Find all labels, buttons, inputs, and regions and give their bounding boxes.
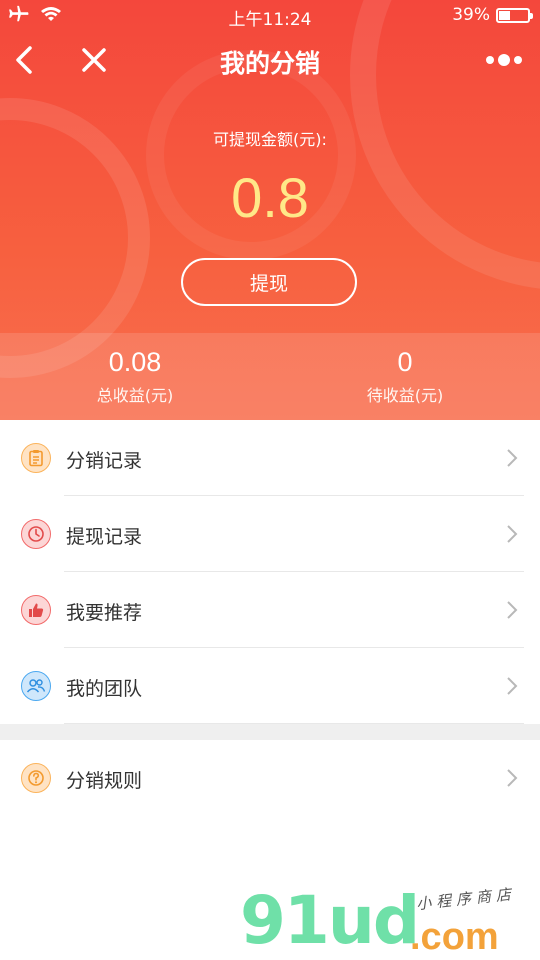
clipboard-icon	[21, 443, 51, 473]
status-bar: 上午11:24 39%	[0, 0, 540, 30]
available-amount-label: 可提现金额(元):	[213, 130, 327, 149]
chevron-right-icon	[507, 601, 518, 619]
menu-item-my-team[interactable]: 我的团队	[0, 648, 540, 724]
menu-item-label: 我的团队	[66, 678, 143, 700]
section-separator	[0, 724, 540, 740]
stat-value: 0.08	[108, 347, 162, 377]
menu-item-distribution-records[interactable]: 分销记录	[0, 420, 540, 496]
menu-item-label: 我要推荐	[66, 602, 143, 624]
team-icon	[21, 671, 51, 701]
menu-item-distribution-rules[interactable]: 分销规则	[0, 740, 540, 816]
chevron-right-icon	[507, 677, 518, 695]
menu-item-label: 分销规则	[66, 770, 143, 792]
menu-list: 分销记录 提现记录 我要推荐 我的团队 分销规则	[0, 420, 540, 816]
menu-item-withdraw-records[interactable]: 提现记录	[0, 496, 540, 572]
stat-value: 0	[397, 347, 413, 377]
chevron-right-icon	[507, 449, 518, 467]
chevron-right-icon	[507, 769, 518, 787]
thumbs-up-icon	[21, 595, 51, 625]
battery-percent: 39%	[452, 5, 490, 25]
watermark-logo: 91ud 小程序商店 .com	[240, 882, 530, 960]
battery-icon	[496, 7, 533, 23]
available-amount: 0.8	[231, 166, 309, 229]
question-icon	[21, 763, 51, 793]
stat-label: 总收益(元)	[96, 386, 174, 405]
watermark-domain: .com	[410, 916, 499, 958]
earnings-stats: 0.08 总收益(元) 0 待收益(元)	[0, 333, 540, 420]
stat-label: 待收益(元)	[366, 386, 444, 405]
menu-item-recommend[interactable]: 我要推荐	[0, 572, 540, 648]
clock-icon	[21, 519, 51, 549]
page-title: 我的分销	[219, 49, 320, 78]
header-banner: 上午11:24 39% 我的分销 可提现金额(元): 0.8 提现 0.08 总…	[0, 0, 540, 420]
more-dots-icon[interactable]	[484, 50, 524, 70]
watermark-logo-text: 91ud	[240, 882, 420, 959]
chevron-right-icon	[507, 525, 518, 543]
stat-pending-earnings: 0 待收益(元)	[270, 333, 540, 420]
menu-item-label: 分销记录	[66, 450, 143, 472]
nav-bar: 我的分销	[0, 30, 540, 92]
divider	[64, 723, 524, 724]
withdraw-button[interactable]: 提现	[181, 258, 357, 306]
menu-item-label: 提现记录	[66, 526, 143, 548]
stat-total-earnings: 0.08 总收益(元)	[0, 333, 270, 420]
watermark-tagline: 小程序商店	[415, 884, 517, 914]
